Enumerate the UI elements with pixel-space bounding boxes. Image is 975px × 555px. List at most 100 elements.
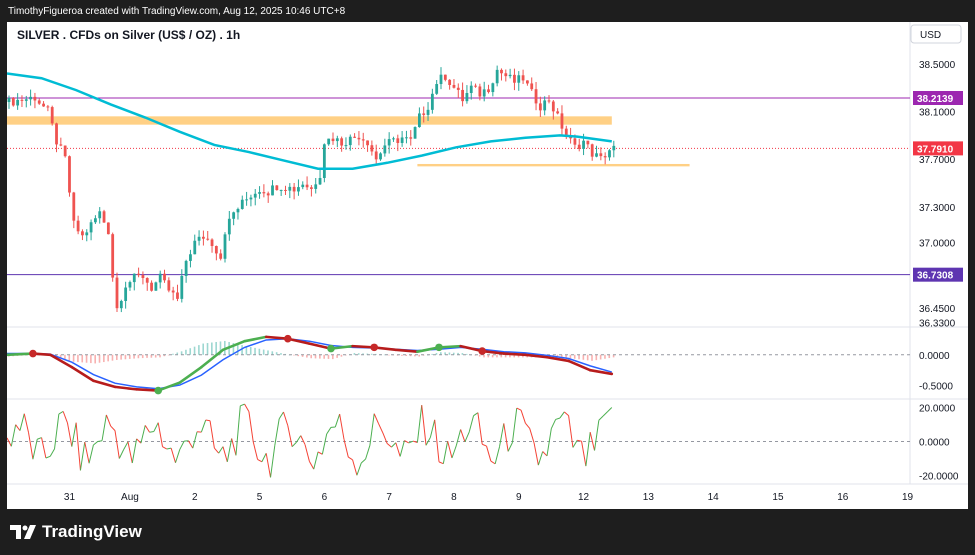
price-tick-label: 38.1000: [919, 108, 956, 119]
candle-body: [24, 99, 28, 101]
candle-body: [63, 145, 67, 157]
candle-body: [46, 106, 50, 108]
osc-line-segment: [507, 442, 513, 452]
candle-body: [189, 254, 192, 261]
candle-body: [586, 140, 590, 145]
candle: [262, 184, 266, 198]
horizontal-line-label-0: 38.2139: [913, 90, 963, 105]
chart-frame[interactable]: 38.2139 36.7308 37.7910 38.5000 38.1000 37.7…: [7, 22, 968, 509]
macd-histogram-bar: [461, 353, 464, 355]
candle-body: [81, 231, 84, 236]
osc-line-segment: [32, 439, 38, 460]
candle-body: [240, 199, 244, 209]
macd-histogram-bar: [370, 353, 373, 355]
candle: [530, 77, 534, 91]
candle-body: [98, 211, 102, 219]
macd-histogram-bar: [185, 349, 187, 355]
candle-body: [534, 89, 538, 104]
osc-line-segment: [490, 460, 496, 465]
candle-body: [68, 156, 71, 193]
candle-body: [236, 208, 240, 213]
candle-body: [435, 84, 439, 94]
chart-canvas[interactable]: 38.2139 36.7308 37.7910 38.5000 38.1000 37.7…: [7, 22, 968, 509]
candle: [603, 152, 607, 165]
macd-histogram-bar: [68, 354, 71, 361]
osc-line-segment: [209, 420, 215, 449]
macd-histogram-bar: [98, 354, 101, 363]
macd-histogram-bar: [116, 354, 118, 360]
candle: [396, 134, 400, 152]
candle: [245, 191, 248, 206]
candle-body: [400, 137, 404, 143]
macd-histogram-bar: [133, 354, 135, 359]
candle-body: [443, 74, 447, 80]
macd-histogram-bar: [573, 354, 576, 359]
candle-body: [538, 103, 542, 111]
candle: [184, 259, 188, 283]
candle-body: [396, 138, 400, 143]
currency-label: USD: [920, 30, 941, 41]
osc-line-segment: [460, 429, 466, 443]
macd-histogram-bar: [280, 353, 282, 355]
candle: [538, 96, 542, 118]
osc-line-segment: [118, 449, 125, 459]
candle: [340, 136, 344, 152]
candle: [526, 80, 529, 86]
osc-line-segment: [438, 461, 444, 465]
osc-line-segment: [568, 415, 574, 448]
candle: [102, 209, 106, 223]
osc-line-segment: [257, 458, 263, 463]
osc-line-segment: [252, 441, 259, 460]
macd-histogram-bar: [236, 344, 239, 355]
candle-body: [495, 69, 499, 84]
macd-histogram-bar: [357, 353, 360, 355]
osc-line-segment: [28, 432, 34, 460]
candle: [189, 249, 192, 268]
candle-body: [262, 192, 266, 194]
osc-line-segment: [451, 445, 457, 459]
osc-layer: [7, 403, 910, 478]
candle-body: [392, 138, 395, 140]
candle-body: [448, 79, 452, 85]
candle-body: [292, 186, 296, 192]
resistance-zone-0: [7, 116, 612, 125]
candle: [418, 107, 421, 128]
osc-line-segment: [7, 437, 12, 447]
price-tick-label: 37.7000: [919, 155, 956, 166]
osc-line-segment: [486, 445, 492, 462]
macd-histogram-bar: [77, 354, 79, 363]
osc-line-segment: [334, 413, 341, 428]
candle: [392, 136, 395, 142]
macd-line-segment: [394, 348, 419, 353]
candle: [128, 280, 132, 291]
candle: [353, 133, 356, 139]
osc-line-segment: [200, 419, 207, 433]
candle-body: [577, 144, 581, 149]
candle-body: [456, 87, 460, 90]
candle-body: [29, 96, 32, 100]
osc-line-segment: [365, 445, 371, 460]
candle: [590, 143, 594, 161]
currency-box[interactable]: USD: [910, 24, 962, 44]
candle-body: [176, 292, 179, 299]
osc-line-segment: [516, 407, 522, 411]
candle-body: [582, 140, 585, 149]
price-tick-label: 36.4500: [919, 304, 956, 315]
candle-body: [245, 199, 248, 201]
candle: [556, 108, 560, 115]
osc-line-segment: [66, 422, 73, 447]
candle: [387, 132, 391, 154]
candle-body: [154, 282, 158, 291]
candle-body: [253, 193, 257, 198]
osc-line-segment: [559, 411, 565, 419]
osc-line-segment: [188, 440, 194, 449]
footer-bar: TradingView: [0, 509, 975, 555]
candle-body: [223, 234, 227, 259]
brand[interactable]: TradingView: [10, 522, 142, 542]
candle-body: [366, 140, 369, 146]
candle-body: [89, 222, 93, 233]
candle-body: [249, 197, 253, 200]
macd-histogram-bar: [340, 354, 343, 357]
candle: [465, 85, 469, 104]
candle: [197, 230, 201, 246]
